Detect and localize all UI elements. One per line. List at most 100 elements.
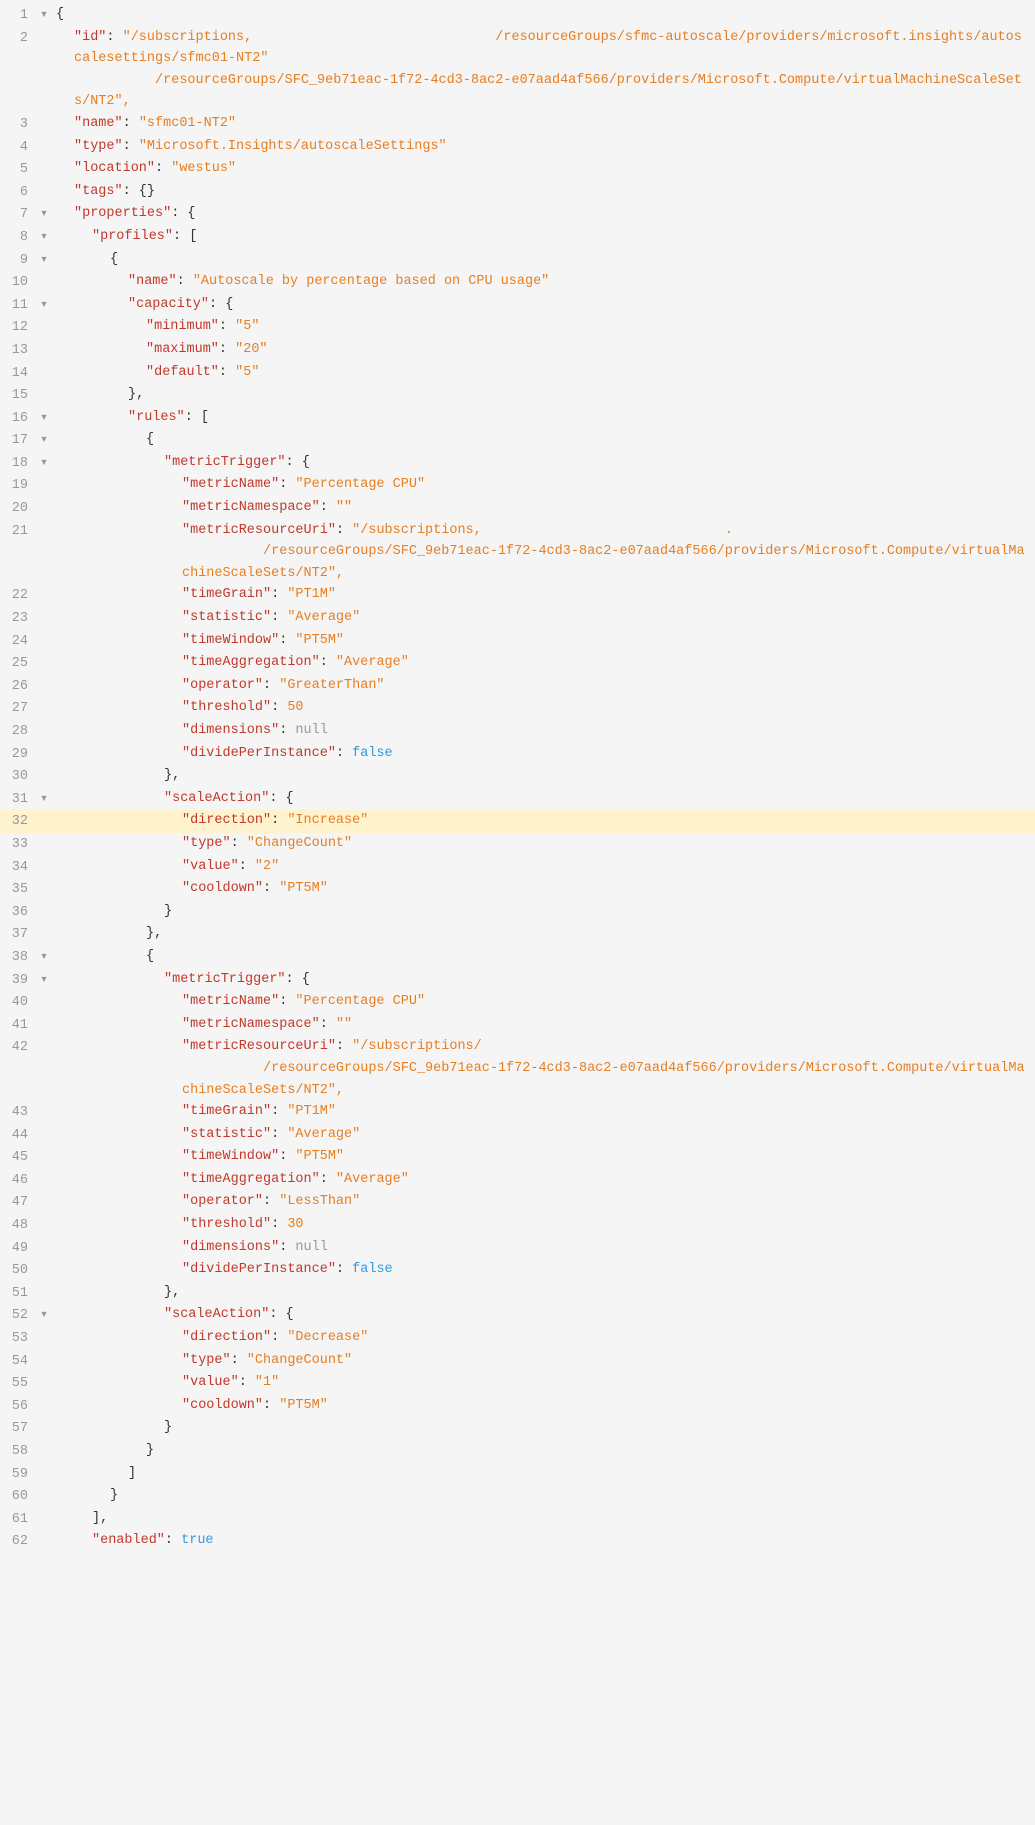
key-token: "type" [182,1353,231,1368]
line-content: "minimum": "5" [56,316,1035,338]
line-toggle[interactable]: ▾ [40,203,56,226]
line-toggle[interactable]: ▾ [40,4,56,27]
line-toggle [40,1282,56,1283]
line-toggle[interactable]: ▾ [40,969,56,992]
punctuation-token: : [263,1194,279,1209]
string-token: "Average" [287,610,360,625]
code-line: 19 "metricName": "Percentage CPU" [0,474,1035,497]
line-toggle [40,474,56,475]
line-toggle [40,316,56,317]
line-content: ], [56,1508,1035,1530]
line-toggle [40,1350,56,1351]
line-toggle[interactable]: ▾ [40,294,56,317]
line-toggle[interactable]: ▾ [40,249,56,272]
line-number: 7 [0,203,40,226]
code-line: 41 "metricNamespace": "" [0,1014,1035,1037]
line-toggle [40,271,56,272]
line-number: 21 [0,520,40,543]
key-token: "cooldown" [182,1398,263,1413]
line-toggle[interactable]: ▾ [40,452,56,475]
code-line: 15 }, [0,384,1035,407]
code-line: 57 } [0,1417,1035,1440]
key-token: "direction" [182,1330,271,1345]
punctuation-token: : [239,859,255,874]
line-toggle [40,1124,56,1125]
key-token: "profiles" [92,229,173,244]
line-content: "type": "Microsoft.Insights/autoscaleSet… [56,136,1035,158]
line-number: 17 [0,429,40,452]
key-token: "dividePerInstance" [182,746,336,761]
line-content: "cooldown": "PT5M" [56,878,1035,900]
line-content: }, [56,1282,1035,1304]
line-toggle [40,833,56,834]
line-content: "metricResourceUri": "/subscriptions/ /r… [56,1036,1035,1101]
punctuation-token: : [ [185,410,209,425]
line-number: 28 [0,720,40,743]
string-token: "PT5M" [295,1149,344,1164]
string-token: "Average" [287,1127,360,1142]
code-line: 40 "metricName": "Percentage CPU" [0,991,1035,1014]
line-number: 6 [0,181,40,204]
code-line: 60 } [0,1485,1035,1508]
line-number: 43 [0,1101,40,1124]
string-token: /resourceGroups/SFC_9eb71eac-1f72-4cd3-8… [182,544,1025,581]
line-number: 24 [0,630,40,653]
key-token: "statistic" [182,610,271,625]
line-toggle [40,675,56,676]
key-token: "metricName" [182,994,279,1009]
line-content: { [56,4,1035,26]
punctuation-token: : [271,1217,287,1232]
line-number: 44 [0,1124,40,1147]
line-toggle [40,1259,56,1260]
code-line: 10 "name": "Autoscale by percentage base… [0,271,1035,294]
key-token: "enabled" [92,1533,165,1548]
line-number: 13 [0,339,40,362]
line-toggle[interactable]: ▾ [40,946,56,969]
punctuation-token: : [ [173,229,197,244]
punctuation-token: : [271,610,287,625]
line-content: "id": "/subscriptions, /resourceGroups/s… [56,27,1035,113]
line-toggle[interactable]: ▾ [40,407,56,430]
line-content: "metricNamespace": "" [56,497,1035,519]
line-toggle[interactable]: ▾ [40,1304,56,1327]
key-token: "name" [128,274,177,289]
line-content: "threshold": 30 [56,1214,1035,1236]
code-container: 1▾{2 "id": "/subscriptions, /resourceGro… [0,0,1035,1825]
line-content: }, [56,923,1035,945]
line-toggle [40,158,56,159]
code-line: 31▾"scaleAction": { [0,788,1035,811]
line-content: "rules": [ [56,407,1035,429]
line-number: 2 [0,27,40,50]
string-token: "PT5M" [279,881,328,896]
line-toggle[interactable]: ▾ [40,226,56,249]
line-content: "metricResourceUri": "/subscriptions, . … [56,520,1035,585]
punctuation-token: : [320,1017,336,1032]
code-line: 55 "value": "1" [0,1372,1035,1395]
line-number: 3 [0,113,40,136]
punctuation-token: : [336,746,352,761]
key-token: "metricNamespace" [182,1017,320,1032]
punctuation-token: : [263,881,279,896]
punctuation-token: : [123,139,139,154]
line-toggle [40,136,56,137]
punctuation-token: : { [171,206,195,221]
code-line: 34 "value": "2" [0,856,1035,879]
string-token: "Increase" [287,813,368,828]
string-token: "2" [255,859,279,874]
line-content: "type": "ChangeCount" [56,1350,1035,1372]
string-token: "" [336,1017,352,1032]
punctuation-token: : [271,1127,287,1142]
null-val-token: null [295,723,327,738]
string-token: "ChangeCount" [247,1353,352,1368]
boolean-token: false [352,746,393,761]
string-token: "/subscriptions/ [352,1039,482,1054]
line-toggle[interactable]: ▾ [40,788,56,811]
line-content: "metricName": "Percentage CPU" [56,474,1035,496]
key-token: "threshold" [182,1217,271,1232]
punctuation-token: : [271,1104,287,1119]
line-toggle [40,362,56,363]
punctuation-token: : [177,274,193,289]
line-toggle[interactable]: ▾ [40,429,56,452]
line-number: 56 [0,1395,40,1418]
line-content: "metricNamespace": "" [56,1014,1035,1036]
